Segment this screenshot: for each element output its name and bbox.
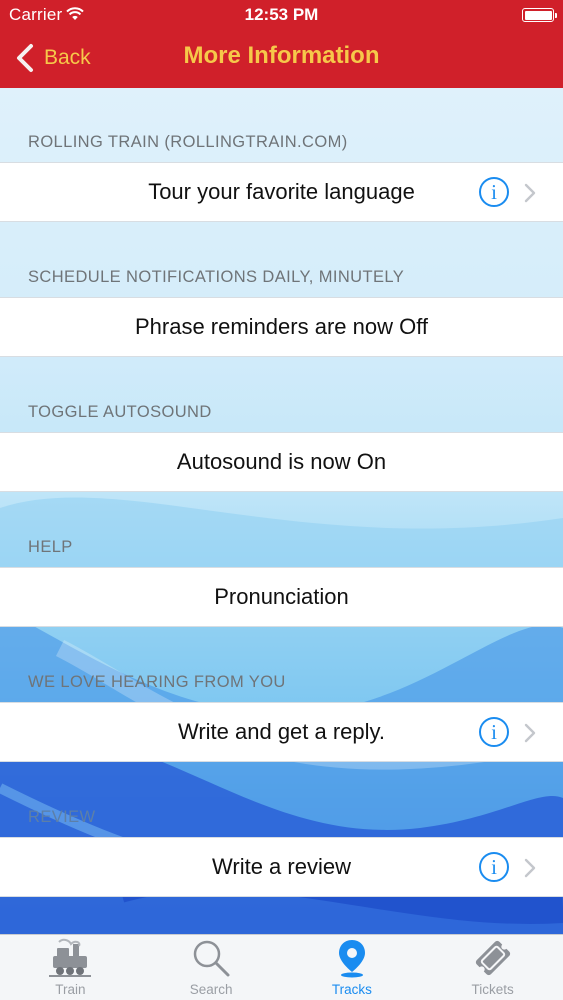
autosound-cell[interactable]: Autosound is now On [0,432,563,492]
tab-label: Train [55,982,86,997]
train-icon [48,935,92,981]
tab-tickets[interactable]: Tickets [422,935,563,1000]
battery-icon [522,8,557,22]
section-header-toggle-autosound: TOGGLE AUTOSOUND [28,403,212,421]
chevron-right-icon [524,183,536,203]
tab-search[interactable]: Search [141,935,282,1000]
tab-label: Tracks [331,982,372,997]
tour-language-cell[interactable]: Tour your favorite language i [0,162,563,222]
navigation-header: Carrier 12:53 PM Back More Information [0,0,563,88]
tab-bar: Train Search Tracks Tickets [0,934,563,1000]
info-icon[interactable]: i [479,717,509,747]
write-reply-cell[interactable]: Write and get a reply. i [0,702,563,762]
cell-label: Tour your favorite language [148,179,415,204]
tab-label: Tickets [471,982,514,997]
pronunciation-cell[interactable]: Pronunciation [0,567,563,627]
status-time: 12:53 PM [244,5,319,24]
section-header-rolling-train: ROLLING TRAIN (ROLLINGTRAIN.COM) [28,133,348,151]
ticket-icon [471,935,515,981]
location-pin-icon [330,935,374,981]
phrase-reminders-cell[interactable]: Phrase reminders are now Off [0,297,563,357]
section-header-feedback: WE LOVE HEARING FROM YOU [28,673,286,691]
info-icon[interactable]: i [479,177,509,207]
section-header-help: HELP [28,538,73,556]
cell-label: Write a review [212,854,351,879]
tab-train[interactable]: Train [0,935,141,1000]
tab-label: Search [189,982,233,997]
cell-label: Pronunciation [214,584,349,609]
status-bar: Carrier 12:53 PM [0,0,563,30]
cell-label: Write and get a reply. [177,719,386,744]
page-title: More Information [183,42,380,69]
section-header-review: REVIEW [28,808,96,826]
tab-tracks[interactable]: Tracks [282,935,423,1000]
info-icon[interactable]: i [479,852,509,882]
chevron-right-icon [524,858,536,878]
cell-label: Autosound is now On [176,449,387,474]
write-review-cell[interactable]: Write a review i [0,837,563,897]
search-icon [189,935,233,981]
cell-label: Phrase reminders are now Off [134,314,429,339]
chevron-right-icon [524,723,536,743]
section-header-schedule-notifications: SCHEDULE NOTIFICATIONS DAILY, MINUTELY [28,268,405,286]
